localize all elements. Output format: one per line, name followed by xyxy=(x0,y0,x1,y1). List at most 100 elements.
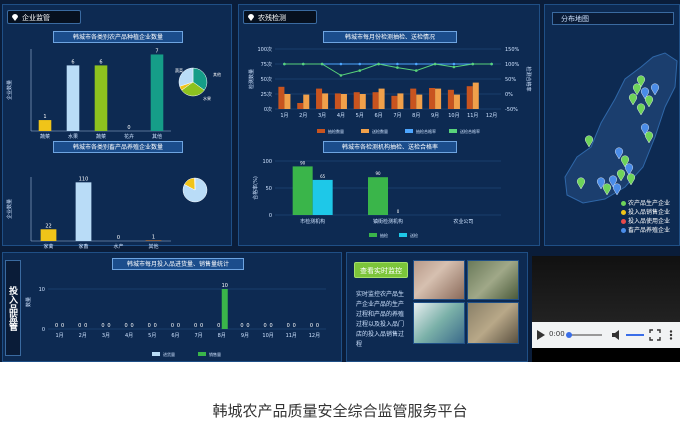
bar xyxy=(66,65,80,131)
map-panel: 分布地图 农产品生产企业 投入品销售企业 投入品使用企业 畜产品养殖企业 xyxy=(544,4,680,246)
monitor-thumb-2[interactable] xyxy=(467,260,519,300)
bar xyxy=(292,166,313,215)
bar xyxy=(334,93,341,109)
bar xyxy=(40,229,57,241)
volume-slider[interactable] xyxy=(626,334,644,336)
data-label: 0 xyxy=(55,323,58,329)
legend-swatch xyxy=(317,129,325,133)
bar xyxy=(278,86,285,109)
data-point xyxy=(339,74,343,77)
data-label: 0 xyxy=(61,323,64,329)
distribution-map[interactable] xyxy=(545,27,680,227)
data-label: 0 xyxy=(154,323,157,329)
data-point xyxy=(396,62,399,66)
legend-label: 送检数量 xyxy=(372,128,388,134)
data-label: 0 xyxy=(130,323,133,329)
bar xyxy=(416,94,423,109)
y-axis-label: 数量 xyxy=(25,297,32,307)
tick-label: 8月 xyxy=(412,113,420,119)
data-label: 1 xyxy=(152,234,155,240)
tick-label: 8月 xyxy=(218,333,226,339)
bar xyxy=(150,54,164,131)
bar xyxy=(447,89,454,109)
data-label: 0 xyxy=(269,323,272,329)
tick-label: 家禽 xyxy=(43,243,53,250)
data-label: 0 xyxy=(287,323,290,329)
pie-label: 蔬菜 xyxy=(175,67,183,73)
legend-swatch xyxy=(369,233,377,237)
pie-label: 水果 xyxy=(203,95,211,101)
y-axis-label: 合格率(%) xyxy=(252,176,259,200)
map-pin-icon xyxy=(621,201,626,206)
data-point xyxy=(377,62,380,66)
map-legend-item: 投入品使用企业 xyxy=(621,217,670,226)
chart5-title: 韩城市每月投入品进货量、销售量统计 xyxy=(112,258,244,270)
play-icon[interactable] xyxy=(537,330,545,340)
tick-label: 家畜 xyxy=(78,243,88,250)
data-point xyxy=(320,62,324,66)
tick-label: 75次 xyxy=(261,61,272,68)
data-label: 110 xyxy=(79,176,89,182)
data-label: 1 xyxy=(43,114,46,120)
data-label: 0 xyxy=(293,323,296,329)
tick-label: 市检测机构 xyxy=(300,218,325,225)
bar xyxy=(410,88,417,109)
bar xyxy=(303,94,310,109)
tick-label: 1月 xyxy=(55,333,63,339)
data-label: 0 xyxy=(177,323,180,329)
video-progress[interactable] xyxy=(568,334,602,336)
y-axis-label: 企业数量 xyxy=(6,80,13,100)
bar xyxy=(284,94,291,109)
bar xyxy=(391,95,398,109)
tick-label: 其他 xyxy=(148,243,158,250)
bar xyxy=(378,88,385,109)
data-point xyxy=(283,62,286,66)
tick-label: 50% xyxy=(505,77,516,83)
data-point xyxy=(339,62,343,66)
live-monitor-button[interactable]: 查看实时监控 xyxy=(354,262,408,278)
data-label: 90 xyxy=(375,171,381,176)
data-label: 0 xyxy=(127,125,130,131)
data-label: 0 xyxy=(200,323,203,329)
enterprise-tab[interactable]: 企业监管 xyxy=(7,10,81,24)
chart4-title: 韩城市各检测机构抽检、送检合格率 xyxy=(323,141,457,153)
tick-label: 25次 xyxy=(261,91,272,98)
series-line xyxy=(284,63,492,76)
tick-label: 其他 xyxy=(152,133,162,140)
map-legend-item: 农产品生产企业 xyxy=(621,199,670,208)
more-icon[interactable] xyxy=(668,330,674,340)
data-point xyxy=(301,62,305,66)
tick-label: 0 xyxy=(42,327,45,333)
video-player[interactable]: 0:00 xyxy=(532,256,680,362)
video-controls: 0:00 xyxy=(532,322,680,348)
legend-label: 送检合格率 xyxy=(460,128,480,134)
inspection-tab[interactable]: 农残检测 xyxy=(243,10,317,24)
volume-icon[interactable] xyxy=(612,330,622,340)
data-point xyxy=(414,69,418,72)
tick-label: 100 xyxy=(262,159,272,165)
tick-label: 蔬菜 xyxy=(40,133,50,140)
tick-label: 100次 xyxy=(257,46,272,53)
map-pin-icon xyxy=(621,210,626,215)
legend-swatch xyxy=(405,129,413,133)
map-pin-icon xyxy=(12,14,18,21)
inputs-tab[interactable]: 投入品监管 xyxy=(5,260,21,356)
map-title: 分布地图 xyxy=(552,12,674,25)
monitor-thumb-4[interactable] xyxy=(467,302,519,344)
monitor-thumb-3[interactable] xyxy=(413,302,465,344)
fullscreen-icon[interactable] xyxy=(649,329,661,341)
data-label: 0 xyxy=(78,323,81,329)
tick-label: 7月 xyxy=(393,113,401,119)
monitor-thumb-1[interactable] xyxy=(413,260,465,300)
page-caption: 韩城农产品质量安全综合监管服务平台 xyxy=(212,402,468,420)
data-point xyxy=(452,65,456,69)
enterprise-panel: 企业监管 韩城市各类别农产品种植企业数量 企业数量 1 蔬菜 6 水果 6 蔬菜 0 花卉 7 其他… xyxy=(2,4,232,250)
data-point xyxy=(471,62,475,66)
data-label: 0 xyxy=(194,323,197,329)
bar xyxy=(372,92,379,109)
data-point xyxy=(396,66,399,69)
tick-label: 0 xyxy=(269,213,272,219)
bar xyxy=(453,94,460,109)
tick-label: 4月 xyxy=(125,333,133,339)
chart3-title: 韩城市每月份检测抽检、送检情况 xyxy=(323,31,457,43)
